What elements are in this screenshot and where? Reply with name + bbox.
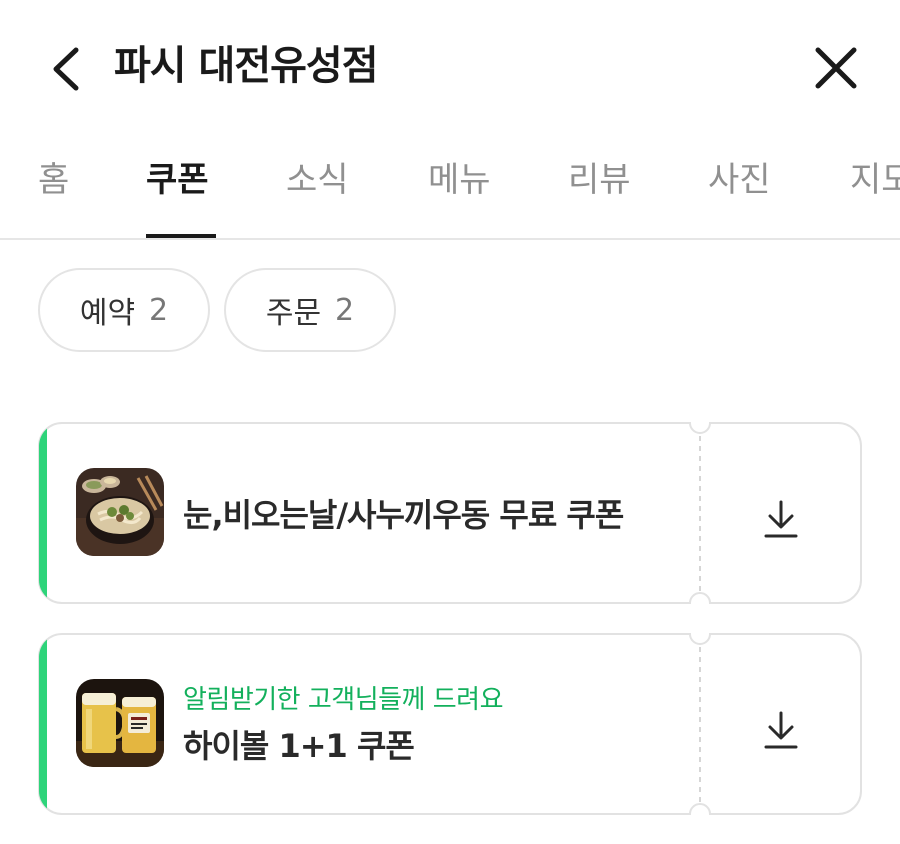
chevron-left-icon — [53, 47, 79, 91]
tab-map[interactable]: 지도 — [850, 152, 900, 208]
coupon-download-button[interactable] — [756, 705, 806, 755]
filter-chip-count: 2 — [149, 292, 169, 328]
close-button[interactable] — [808, 38, 864, 98]
tab-coupon[interactable]: 쿠폰 — [146, 152, 209, 208]
page-title: 파시 대전유성점 — [114, 43, 379, 89]
filter-chip-count: 2 — [335, 292, 355, 328]
tab-photo[interactable]: 사진 — [708, 152, 771, 208]
filter-chip-order[interactable]: 주문 2 — [224, 268, 396, 352]
coupon-title: 하이볼 1+1 쿠폰 — [183, 727, 415, 765]
coupon-card[interactable]: 알림받기한 고객님들께 드려요 하이볼 1+1 쿠폰 — [38, 633, 862, 815]
coupon-card[interactable]: 눈,비오는날/사누끼우동 무료 쿠폰 — [38, 422, 862, 604]
back-button[interactable] — [40, 38, 96, 98]
download-icon — [764, 500, 798, 538]
coupon-subtitle: 알림받기한 고객님들께 드려요 — [183, 685, 504, 715]
active-tab-indicator — [146, 234, 216, 238]
coupon-download-button[interactable] — [756, 494, 806, 544]
tab-bar: 홈 쿠폰 소식 메뉴 리뷰 사진 지도 — [0, 130, 900, 240]
close-icon — [815, 47, 857, 89]
top-app-bar: 파시 대전유성점 — [0, 0, 900, 130]
download-icon — [764, 711, 798, 749]
filter-chip-label: 주문 — [265, 296, 322, 331]
udon-bowl-image — [76, 468, 164, 556]
coupon-thumbnail — [76, 679, 164, 767]
coupon-title: 눈,비오는날/사누끼우동 무료 쿠폰 — [183, 496, 624, 534]
coupon-thumbnail — [76, 468, 164, 556]
tab-review[interactable]: 리뷰 — [568, 152, 631, 208]
tab-menu[interactable]: 메뉴 — [428, 152, 491, 208]
filter-chip-label: 예약 — [79, 296, 136, 331]
highball-mugs-image — [76, 679, 164, 767]
tab-home[interactable]: 홈 — [38, 152, 69, 208]
tab-news[interactable]: 소식 — [286, 152, 349, 208]
filter-chip-reservation[interactable]: 예약 2 — [38, 268, 210, 352]
